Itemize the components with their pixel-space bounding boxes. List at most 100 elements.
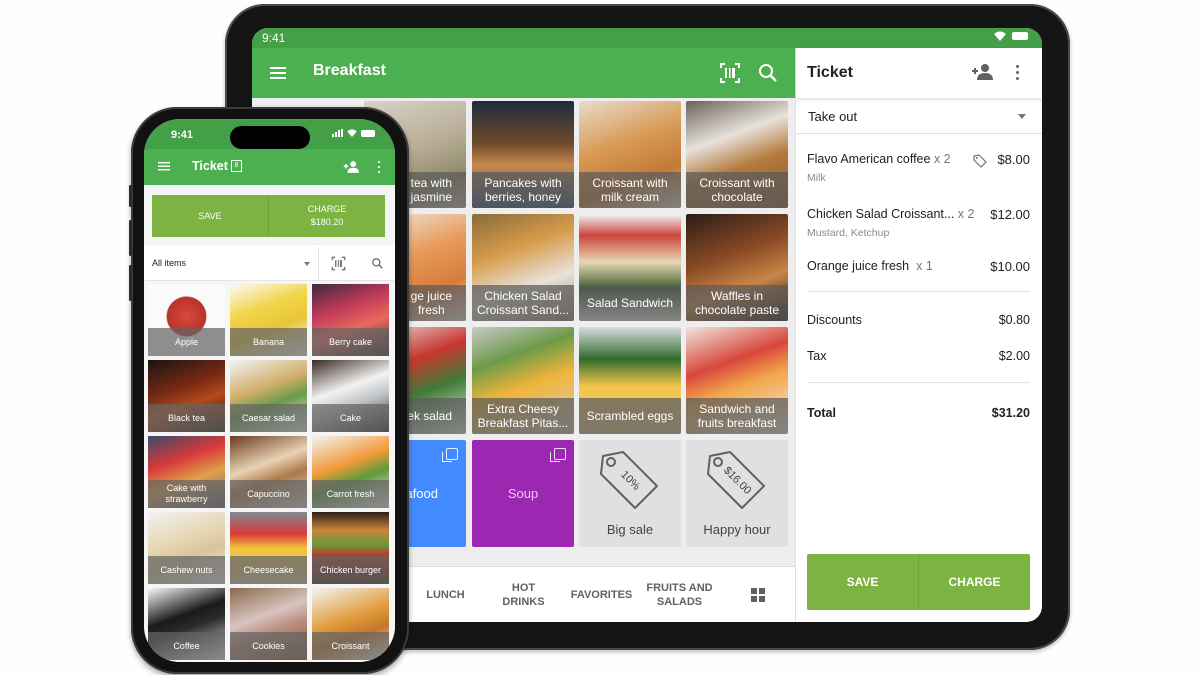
category-tile[interactable]: Soup xyxy=(472,440,574,547)
charge-button[interactable]: CHARGE $180.20 xyxy=(268,195,385,237)
tag-value: 10% xyxy=(618,469,642,493)
item-label: Cake with strawberry xyxy=(148,480,225,508)
signal-icon xyxy=(332,129,343,137)
ticket-actions: SAVE CHARGE xyxy=(807,554,1030,610)
dining-option-select[interactable]: Take out xyxy=(796,98,1042,134)
item-filter-select[interactable]: All items xyxy=(144,247,319,281)
item-label: Waffles in chocolate paste xyxy=(686,285,788,321)
phone-screen: 9:41 Ticket 8 SAVE CHARGE $180.20 All it… xyxy=(144,119,395,662)
discount-tag-icon xyxy=(973,154,987,168)
item-label: Berry cake xyxy=(312,328,389,356)
menu-item-tile[interactable]: Scrambled eggs xyxy=(579,327,681,434)
menu-item-tile[interactable]: Cheesecake xyxy=(230,512,307,584)
menu-item-tile[interactable]: Cake with strawberry xyxy=(148,436,225,508)
item-label: Capuccino xyxy=(230,480,307,508)
menu-item-tile[interactable]: Croissant with chocolate xyxy=(686,101,788,208)
tab-all-categories[interactable] xyxy=(730,567,786,622)
menu-item-tile[interactable]: Cookies xyxy=(230,588,307,660)
item-label: Croissant with chocolate xyxy=(686,172,788,208)
search-icon[interactable] xyxy=(757,62,779,84)
menu-item-tile[interactable]: Croissant xyxy=(312,588,389,660)
grid-icon xyxy=(751,588,765,602)
item-label: Croissant xyxy=(312,632,389,660)
menu-icon[interactable] xyxy=(158,160,170,172)
barcode-icon[interactable] xyxy=(719,62,741,84)
more-options-icon[interactable] xyxy=(376,159,382,173)
item-label: Carrot fresh xyxy=(312,480,389,508)
phone-side-button xyxy=(129,265,132,301)
menu-item-tile[interactable]: Waffles in chocolate paste xyxy=(686,214,788,321)
discounts-row: Discounts $0.80 xyxy=(807,313,1030,327)
barcode-icon[interactable] xyxy=(331,256,346,271)
menu-item-tile[interactable]: Caesar salad xyxy=(230,360,307,432)
ticket-header: Ticket xyxy=(796,48,1042,98)
discount-label: Happy hour xyxy=(703,522,771,537)
item-label: Apple xyxy=(148,328,225,356)
item-label: Cheesecake xyxy=(230,556,307,584)
ticket-panel: Ticket Take out Flavo American coffee x … xyxy=(795,48,1042,622)
menu-item-tile[interactable]: Apple xyxy=(148,284,225,356)
menu-item-tile[interactable]: Pancakes with berries, honey xyxy=(472,101,574,208)
battery-icon xyxy=(1012,32,1028,40)
more-options-icon[interactable] xyxy=(1012,63,1022,81)
tab-fruits-and-salads[interactable]: FRUITS AND SALADS xyxy=(626,567,733,622)
search-icon[interactable] xyxy=(371,257,384,270)
menu-item-tile[interactable]: Chicken burger xyxy=(312,512,389,584)
status-time: 9:41 xyxy=(262,31,286,45)
menu-item-tile[interactable]: Banana xyxy=(230,284,307,356)
marketing-stage: 9:41 Breakfast tea with jasmine Pancakes … xyxy=(0,0,1200,675)
menu-item-tile[interactable]: Cake xyxy=(312,360,389,432)
menu-item-tile[interactable]: Berry cake xyxy=(312,284,389,356)
phone-side-button xyxy=(129,185,132,207)
dropdown-caret-icon xyxy=(304,262,310,266)
menu-item-tile[interactable]: Croissant with milk cream xyxy=(579,101,681,208)
ticket-title: Ticket xyxy=(807,64,853,81)
page-title: Breakfast xyxy=(313,62,386,79)
add-customer-icon[interactable] xyxy=(343,160,359,174)
item-label: Extra Cheesy Breakfast Pitas... xyxy=(472,398,574,434)
menu-item-tile[interactable]: Sandwich and fruits breakfast xyxy=(686,327,788,434)
dropdown-caret-icon xyxy=(1018,114,1026,119)
menu-item-tile[interactable]: Black tea xyxy=(148,360,225,432)
discount-label: Big sale xyxy=(606,522,654,537)
item-label: Chicken Salad Croissant Sand... xyxy=(472,285,574,321)
divider xyxy=(807,291,1030,292)
charge-button[interactable]: CHARGE xyxy=(918,554,1030,610)
item-label: Scrambled eggs xyxy=(579,398,681,434)
tablet-app-bar: Breakfast xyxy=(252,48,795,98)
menu-item-tile[interactable]: Salad Sandwich xyxy=(579,214,681,321)
wifi-icon xyxy=(994,31,1006,41)
category-folder-icon xyxy=(442,448,458,462)
status-time: 9:41 xyxy=(171,129,194,141)
menu-item-tile[interactable]: Coffee xyxy=(148,588,225,660)
menu-icon[interactable] xyxy=(268,63,288,83)
item-label: Croissant with milk cream xyxy=(579,172,681,208)
menu-item-tile[interactable]: Chicken Salad Croissant Sand... xyxy=(472,214,574,321)
save-button[interactable]: SAVE xyxy=(152,195,268,237)
item-label: Sandwich and fruits breakfast xyxy=(686,398,788,434)
item-label: Banana xyxy=(230,328,307,356)
phone-filter-bar: All items xyxy=(144,247,395,281)
phone-item-grid: Apple Banana Berry cake Black tea Caesar sal… xyxy=(144,281,395,662)
battery-icon xyxy=(361,129,375,137)
category-folder-icon xyxy=(550,448,566,462)
price-tag-icon: 10% xyxy=(600,451,658,509)
discount-tile[interactable]: 10% Big sale xyxy=(579,440,681,547)
menu-item-tile[interactable]: Carrot fresh xyxy=(312,436,389,508)
item-label: Pancakes with berries, honey xyxy=(472,172,574,208)
item-label: Coffee xyxy=(148,632,225,660)
menu-item-tile[interactable]: Cashew nuts xyxy=(148,512,225,584)
item-label: Black tea xyxy=(148,404,225,432)
save-button[interactable]: SAVE xyxy=(807,554,918,610)
phone-status-bar: 9:41 xyxy=(144,119,395,149)
item-label: Cashew nuts xyxy=(148,556,225,584)
ticket-title: Ticket xyxy=(192,159,228,173)
tablet-status-bar: 9:41 xyxy=(252,28,1042,48)
item-label: Cookies xyxy=(230,632,307,660)
discount-tile[interactable]: $16.00 Happy hour xyxy=(686,440,788,547)
ticket-item-count-badge: 8 xyxy=(231,160,242,172)
add-customer-icon[interactable] xyxy=(971,63,993,81)
menu-item-tile[interactable]: Capuccino xyxy=(230,436,307,508)
wifi-icon xyxy=(347,129,357,137)
menu-item-tile[interactable]: Extra Cheesy Breakfast Pitas... xyxy=(472,327,574,434)
